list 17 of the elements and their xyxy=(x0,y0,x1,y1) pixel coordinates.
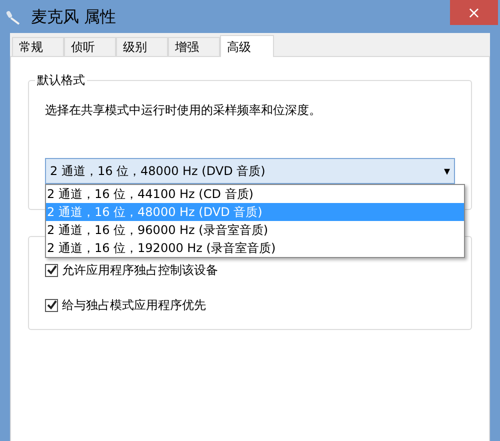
window-title: 麦克风 属性 xyxy=(31,6,116,28)
checkbox[interactable] xyxy=(45,298,58,312)
group-title: 默认格式 xyxy=(35,71,87,89)
tab[interactable]: 级别 xyxy=(116,37,168,56)
checkbox[interactable] xyxy=(45,264,58,276)
dropdown[interactable]: 2 通道，16 位，48000 Hz (DVD 音质) ▾ xyxy=(45,158,455,184)
tab[interactable]: 常规 xyxy=(12,37,64,56)
description-text: 选择在共享模式中运行时使用的采样频率和位深度。 xyxy=(45,102,322,119)
tab[interactable]: 增强 xyxy=(168,37,220,56)
checkbox-label: 给与独占模式应用程序优先 xyxy=(62,297,206,314)
close-button[interactable]: × xyxy=(450,0,498,25)
dropdown-option[interactable]: 2 通道，16 位，44100 Hz (CD 音质) xyxy=(46,185,464,203)
dropdown-option[interactable]: 2 通道，16 位，96000 Hz (录音室音质) xyxy=(46,221,464,239)
tab[interactable]: 侦听 xyxy=(64,37,116,56)
checkbox-label: 允许应用程序独占控制该设备 xyxy=(62,262,218,279)
dropdown-option[interactable]: 2 通道，16 位，192000 Hz (录音室音质) xyxy=(46,239,464,257)
tab[interactable]: 高级 xyxy=(220,35,274,57)
